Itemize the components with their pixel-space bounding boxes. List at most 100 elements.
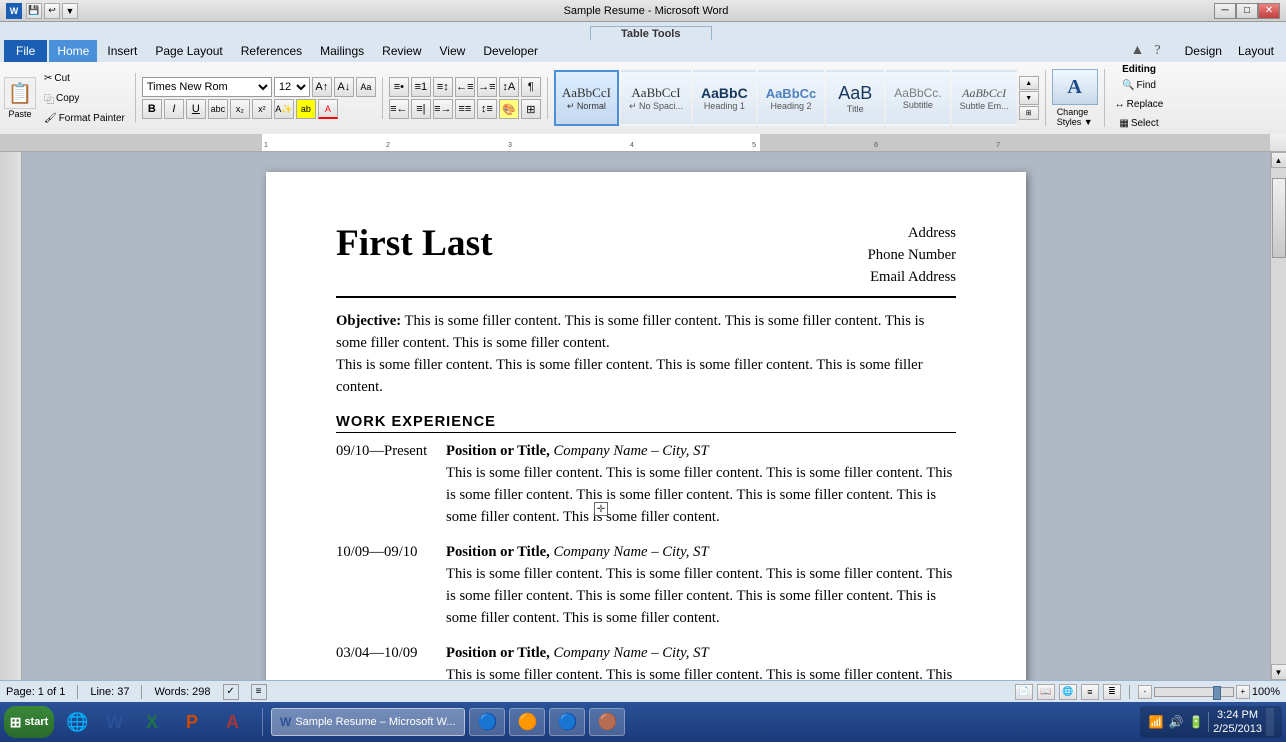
style-normal[interactable]: AaBbCcI ↵ Normal	[554, 70, 619, 126]
align-left-btn[interactable]: ≡←	[389, 99, 409, 119]
increase-indent-btn[interactable]: →≡	[477, 77, 497, 97]
web-layout-btn[interactable]: 🌐	[1059, 684, 1077, 700]
mailings-menu[interactable]: Mailings	[312, 40, 372, 62]
highlight-btn[interactable]: ab	[296, 99, 316, 119]
subscript-btn[interactable]: x₂	[230, 99, 250, 119]
style-subtitle[interactable]: AaBbCc. Subtitle	[886, 70, 949, 126]
outline-btn[interactable]: ≡	[1081, 684, 1099, 700]
volume-icon[interactable]: 🔊	[1168, 714, 1184, 730]
shading-btn[interactable]: 🎨	[499, 99, 519, 119]
scroll-thumb[interactable]	[1272, 178, 1286, 258]
quick-undo-btn[interactable]: ↩	[44, 3, 60, 19]
align-right-btn[interactable]: ≡→	[433, 99, 453, 119]
print-layout-btn[interactable]: 📄	[1015, 684, 1033, 700]
vertical-scrollbar[interactable]: ▲ ▼	[1270, 152, 1286, 680]
taskbar-app-2[interactable]: 🔵	[469, 708, 505, 736]
decrease-indent-btn[interactable]: ←≡	[455, 77, 475, 97]
scroll-up-btn[interactable]: ▲	[1271, 152, 1286, 168]
replace-btn[interactable]: ↔Replace	[1111, 95, 1168, 113]
design-tab[interactable]: Design	[1177, 42, 1230, 60]
style-subtle-em[interactable]: AaBbCcI Subtle Em...	[952, 70, 1017, 126]
zoom-slider[interactable]	[1154, 687, 1234, 697]
style-heading1[interactable]: AaBbC Heading 1	[693, 70, 756, 126]
taskbar-word-icon[interactable]: W	[98, 708, 134, 736]
zoom-out-btn[interactable]: -	[1138, 685, 1152, 699]
style-no-spacing[interactable]: AaBbCcI ↵ No Spaci...	[621, 70, 691, 126]
developer-menu[interactable]: Developer	[475, 40, 546, 62]
copy-btn[interactable]: ⿻Copy	[40, 89, 129, 107]
file-menu[interactable]: File	[4, 40, 47, 62]
multilevel-btn[interactable]: ≡↕	[433, 77, 453, 97]
format-painter-btn[interactable]: 🖌Format Painter	[40, 109, 129, 127]
taskbar-ppt-icon[interactable]: P	[178, 708, 214, 736]
change-styles-btn[interactable]: A	[1052, 69, 1098, 105]
app5-icon: 🟤	[598, 712, 618, 732]
proofing-btn[interactable]: ✓	[223, 684, 239, 700]
table-move-handle[interactable]: ✛	[594, 502, 608, 516]
underline-btn[interactable]: U	[186, 99, 206, 119]
clear-formatting-btn[interactable]: Aa	[356, 77, 376, 97]
scroll-track[interactable]	[1271, 168, 1286, 664]
ribbon-help-btn[interactable]: ?	[1150, 43, 1164, 59]
taskbar-word-window[interactable]: W Sample Resume – Microsoft W...	[271, 708, 465, 736]
find-btn[interactable]: 🔍Find	[1118, 76, 1160, 94]
styles-more-btn[interactable]: ⊞	[1019, 106, 1039, 120]
draft-btn[interactable]: ≣	[1103, 684, 1121, 700]
numbering-btn[interactable]: ≡1	[411, 77, 431, 97]
font-shrink-btn[interactable]: A↓	[334, 77, 354, 97]
taskbar-app-4[interactable]: 🔵	[549, 708, 585, 736]
show-desktop-btn[interactable]	[1266, 708, 1274, 736]
text-effects-btn[interactable]: A✨	[274, 99, 294, 119]
insert-menu[interactable]: Insert	[99, 40, 145, 62]
sort-btn[interactable]: ↕A	[499, 77, 519, 97]
home-menu[interactable]: Home	[49, 40, 97, 62]
styles-scroll: ▲ ▼ ⊞	[1019, 76, 1039, 120]
minimize-btn[interactable]: ─	[1214, 3, 1236, 19]
font-family-select[interactable]: Times New Rom	[142, 77, 272, 97]
taskbar-excel-icon[interactable]: X	[138, 708, 174, 736]
cut-btn[interactable]: ✂Cut	[40, 69, 129, 87]
taskbar-ie-icon[interactable]: 🌐	[58, 708, 94, 736]
bullets-btn[interactable]: ≡•	[389, 77, 409, 97]
document-area[interactable]: ✛ First Last Address Phone Number Email …	[22, 152, 1270, 680]
view-menu[interactable]: View	[432, 40, 474, 62]
ribbon-collapse-btn[interactable]: ▲	[1127, 43, 1149, 59]
quick-save-btn[interactable]: 💾	[26, 3, 42, 19]
italic-btn[interactable]: I	[164, 99, 184, 119]
show-formatting-btn[interactable]: ¶	[521, 77, 541, 97]
styles-up-btn[interactable]: ▲	[1019, 76, 1039, 90]
maximize-btn[interactable]: □	[1236, 3, 1258, 19]
superscript-btn[interactable]: x²	[252, 99, 272, 119]
taskbar-app-3[interactable]: 🟠	[509, 708, 545, 736]
taskbar-app-5[interactable]: 🟤	[589, 708, 625, 736]
justify-btn[interactable]: ≡≡	[455, 99, 475, 119]
font-size-select[interactable]: 12	[274, 77, 310, 97]
review-menu[interactable]: Review	[374, 40, 429, 62]
font-color-btn[interactable]: A	[318, 99, 338, 119]
line-spacing-btn[interactable]: ↕≡	[477, 99, 497, 119]
page-layout-menu[interactable]: Page Layout	[147, 40, 230, 62]
full-reading-btn[interactable]: 📖	[1037, 684, 1055, 700]
strikethrough-btn[interactable]: abc	[208, 99, 228, 119]
styles-down-btn[interactable]: ▼	[1019, 91, 1039, 105]
style-title[interactable]: AaB Title	[826, 70, 884, 126]
font-grow-btn[interactable]: A↑	[312, 77, 332, 97]
bold-btn[interactable]: B	[142, 99, 162, 119]
track-changes-btn[interactable]: ≡	[251, 684, 267, 700]
align-center-btn[interactable]: ≡|	[411, 99, 431, 119]
zoom-in-btn[interactable]: +	[1236, 685, 1250, 699]
style-nospace-preview: AaBbCcI	[631, 85, 680, 101]
paste-btn[interactable]: 📋 Paste	[4, 77, 36, 119]
start-button[interactable]: ⊞ start	[4, 706, 54, 738]
layout-tab[interactable]: Layout	[1230, 42, 1282, 60]
borders-btn[interactable]: ⊞	[521, 99, 541, 119]
style-heading2[interactable]: AaBbCc Heading 2	[758, 70, 825, 126]
zoom-thumb[interactable]	[1213, 686, 1221, 700]
select-btn[interactable]: ▦Select	[1115, 114, 1162, 132]
quick-menu-btn[interactable]: ▼	[62, 3, 78, 19]
close-btn[interactable]: ✕	[1258, 3, 1280, 19]
references-menu[interactable]: References	[233, 40, 310, 62]
change-styles-label[interactable]: ChangeStyles ▼	[1057, 107, 1093, 127]
scroll-down-btn[interactable]: ▼	[1271, 664, 1286, 680]
taskbar-access-icon[interactable]: A	[218, 708, 254, 736]
